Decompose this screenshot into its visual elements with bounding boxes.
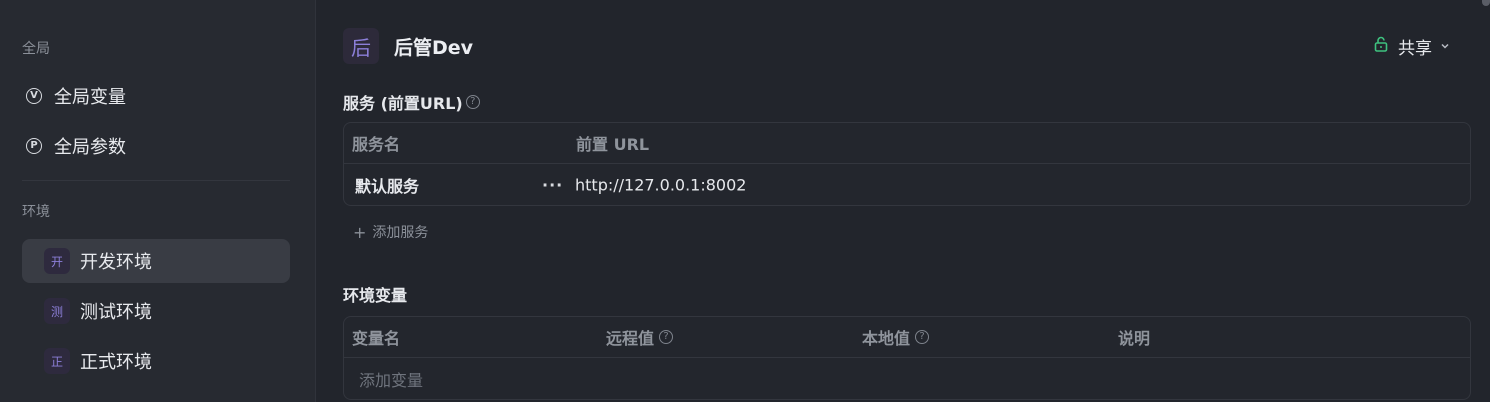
variables-section-title: 环境变量 bbox=[343, 282, 407, 306]
service-url-cell[interactable]: http://127.0.0.1:8002 bbox=[575, 175, 746, 194]
v-circle-icon: V bbox=[26, 88, 42, 104]
add-service-button[interactable]: + 添加服务 bbox=[353, 222, 428, 242]
column-header-prefix-url: 前置 URL bbox=[576, 135, 650, 154]
env-badge: 测 bbox=[44, 298, 70, 324]
app-window: 全局 V 全局变量 P 全局参数 环境 开 开发环境 测 测试环境 正 正式环境… bbox=[0, 0, 1490, 402]
more-icon[interactable]: ··· bbox=[542, 175, 563, 194]
column-header-label: 远程值 bbox=[606, 329, 655, 348]
column-header-label: 本地值 bbox=[862, 329, 911, 348]
add-service-label: 添加服务 bbox=[372, 225, 429, 241]
sidebar-item-env-prod[interactable]: 正 正式环境 bbox=[22, 339, 290, 383]
add-variable-input[interactable]: 添加变量 bbox=[359, 367, 423, 391]
sidebar-section-global: 全局 bbox=[22, 41, 50, 57]
sidebar-item-label: 全局参数 bbox=[54, 137, 126, 158]
column-header-description: 说明 bbox=[1118, 329, 1151, 348]
sidebar-item-label: 全局变量 bbox=[54, 87, 126, 108]
chevron-down-icon bbox=[1440, 40, 1450, 53]
unlock-icon bbox=[1374, 36, 1388, 57]
scrollbar-thumb[interactable] bbox=[1482, 0, 1490, 6]
sidebar-item-label: 开发环境 bbox=[80, 252, 152, 273]
share-label: 共享 bbox=[1398, 39, 1432, 59]
sidebar: 全局 V 全局变量 P 全局参数 环境 开 开发环境 测 测试环境 正 正式环境 bbox=[0, 0, 316, 402]
sidebar-divider bbox=[22, 180, 290, 181]
variables-title-text: 环境变量 bbox=[343, 286, 408, 305]
service-name-cell[interactable]: 默认服务 bbox=[355, 173, 419, 197]
help-icon[interactable]: ? bbox=[465, 95, 480, 109]
table-row[interactable]: 添加变量 bbox=[344, 358, 1470, 399]
page-title[interactable]: 后管Dev bbox=[394, 33, 473, 60]
plus-icon: + bbox=[353, 222, 367, 242]
sidebar-item-label: 测试环境 bbox=[80, 302, 152, 323]
help-icon[interactable]: ? bbox=[659, 330, 674, 344]
sidebar-item-env-test[interactable]: 测 测试环境 bbox=[22, 289, 290, 333]
sidebar-item-label: 正式环境 bbox=[80, 352, 152, 373]
share-dropdown[interactable]: 共享 bbox=[1374, 34, 1450, 59]
env-badge: 开 bbox=[44, 248, 70, 274]
env-badge: 正 bbox=[44, 348, 70, 374]
env-title-badge: 后 bbox=[343, 28, 379, 64]
services-table: 服务名 前置 URL 默认服务 ··· http://127.0.0.1:800… bbox=[343, 122, 1471, 206]
column-header-remote-value: 远程值 ? bbox=[606, 325, 674, 349]
table-header: 变量名 远程值 ? 本地值 ? 说明 bbox=[344, 317, 1470, 358]
help-icon[interactable]: ? bbox=[915, 330, 930, 344]
column-header-service-name: 服务名 bbox=[352, 135, 401, 154]
p-circle-icon: P bbox=[26, 138, 42, 154]
env-header: 后 后管Dev bbox=[343, 28, 473, 64]
variables-table: 变量名 远程值 ? 本地值 ? 说明 添加变量 bbox=[343, 316, 1471, 400]
services-title-text: 服务 (前置URL) bbox=[343, 94, 463, 113]
table-header: 服务名 前置 URL bbox=[344, 123, 1470, 164]
table-row[interactable]: 默认服务 ··· http://127.0.0.1:8002 bbox=[344, 164, 1470, 205]
sidebar-item-env-dev[interactable]: 开 开发环境 bbox=[22, 239, 290, 283]
column-header-local-value: 本地值 ? bbox=[862, 325, 930, 349]
services-section-title: 服务 (前置URL) ? bbox=[343, 90, 480, 114]
column-header-var-name: 变量名 bbox=[352, 329, 401, 348]
sidebar-item-global-params[interactable]: P 全局参数 bbox=[22, 124, 290, 168]
main-panel: 后 后管Dev 共享 服务 (前置URL) ? 服务名 前置 URL 默认服务 … bbox=[316, 0, 1490, 402]
sidebar-item-global-variables[interactable]: V 全局变量 bbox=[22, 74, 290, 118]
sidebar-section-env: 环境 bbox=[22, 204, 50, 220]
